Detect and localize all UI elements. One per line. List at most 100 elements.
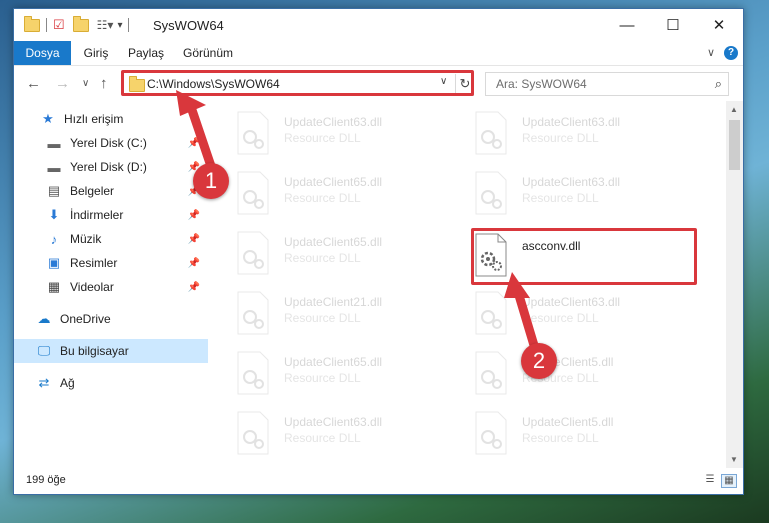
sidebar-item-network[interactable]: ⇄ Ağ <box>14 371 208 395</box>
music-icon: ♪ <box>50 231 58 247</box>
sidebar-item-label: Belgeler <box>70 184 115 198</box>
list-item[interactable]: UpdateClient65.dll Resource DLL <box>236 169 456 219</box>
maximize-button[interactable]: ☐ <box>650 9 696 41</box>
list-item[interactable]: UpdateClient63.dll Resource DLL <box>474 169 694 219</box>
file-name: UpdateClient65.dll <box>284 355 383 369</box>
view-toggle-icon[interactable]: ☷▾ <box>97 18 114 32</box>
customize-dropdown-icon[interactable]: ▾ <box>117 20 122 31</box>
step2-badge: 2 <box>521 343 557 379</box>
file-name: UpdateClient65.dll <box>284 175 383 189</box>
sidebar-item-label: İndirmeler <box>70 208 124 222</box>
file-description: Resource DLL <box>284 311 361 325</box>
scroll-up-icon[interactable]: ▲ <box>730 105 738 114</box>
dll-file-icon <box>237 411 269 455</box>
help-icon[interactable]: ? <box>724 46 738 60</box>
sidebar-item-downloads[interactable]: ⬇ İndirmeler 📌 <box>14 203 208 227</box>
address-highlight-box <box>121 70 474 96</box>
sidebar-item-disk-c[interactable]: ▬ Yerel Disk (C:) 📌 <box>14 131 208 155</box>
dll-file-icon <box>237 351 269 395</box>
dll-file-icon <box>237 171 269 215</box>
sidebar-item-disk-d[interactable]: ▬ Yerel Disk (D:) 📌 <box>14 155 208 179</box>
file-description: Resource DLL <box>284 371 361 385</box>
tab-gorunum[interactable]: Görünüm <box>178 41 238 65</box>
up-arrow-icon[interactable]: ↑ <box>100 75 108 92</box>
recent-locations-icon[interactable]: ∨ <box>82 78 89 89</box>
sidebar-item-music[interactable]: ♪ Müzik 📌 <box>14 227 208 251</box>
star-icon: ★ <box>42 111 54 126</box>
sidebar-item-this-pc[interactable]: 🖵 Bu bilgisayar <box>14 339 208 363</box>
sidebar-item-label: Hızlı erişim <box>64 112 124 126</box>
back-arrow-icon[interactable]: ← <box>26 75 41 92</box>
item-count: 199 öğe <box>26 474 66 486</box>
list-item[interactable]: UpdateClient63.dll Resource DLL <box>474 289 694 339</box>
list-item[interactable]: UpdateClient63.dll Resource DLL <box>236 109 456 159</box>
expand-ribbon-icon[interactable]: ∨ <box>707 46 715 59</box>
sidebar-item-label: Resimler <box>70 256 118 270</box>
list-item[interactable]: UpdateClient63.dll Resource DLL <box>474 109 694 159</box>
large-icons-view-icon[interactable]: ▦ <box>721 474 737 488</box>
forward-arrow-icon[interactable]: → <box>55 75 70 92</box>
dll-file-icon <box>237 231 269 275</box>
vertical-scrollbar[interactable]: ▲ ▼ <box>726 101 743 468</box>
sidebar-item-label: Videolar <box>70 280 114 294</box>
search-icon[interactable]: ⌕ <box>715 76 722 92</box>
folder-icon <box>24 15 40 32</box>
file-name: UpdateClient5.dll <box>522 415 614 429</box>
list-item[interactable]: UpdateClient65.dll Resource DLL <box>236 229 456 279</box>
sidebar-item-label: Yerel Disk (C:) <box>70 136 147 150</box>
sidebar-item-documents[interactable]: ▤ Belgeler 📌 <box>14 179 208 203</box>
tab-dosya[interactable]: Dosya <box>14 41 71 65</box>
ribbon-tabs: Dosya Giriş Paylaş Görünüm ∨ ? <box>14 41 743 66</box>
dll-file-icon <box>475 111 507 155</box>
title-bar: ☑ ☷▾ ▾ SysWOW64 — ☐ ✕ <box>14 9 743 41</box>
sidebar-item-label: OneDrive <box>60 312 111 326</box>
list-item[interactable]: UpdateClient65.dll Resource DLL <box>236 349 456 399</box>
search-input[interactable]: Ara: SysWOW64 ⌕ <box>485 72 729 96</box>
file-description: Resource DLL <box>522 311 599 325</box>
explorer-window: ☑ ☷▾ ▾ SysWOW64 — ☐ ✕ Dosya Giriş Paylaş… <box>13 8 744 495</box>
pin-icon: 📌 <box>187 233 200 245</box>
navigation-pane: ★ Hızlı erişim ▬ Yerel Disk (C:) 📌 ▬ Yer… <box>14 101 210 468</box>
file-name: UpdateClient63.dll <box>284 115 383 129</box>
search-placeholder: Ara: SysWOW64 <box>496 77 587 91</box>
file-name: UpdateClient65.dll <box>284 235 383 249</box>
list-item[interactable]: UpdateClient5.dll Resource DLL <box>474 409 694 459</box>
close-button[interactable]: ✕ <box>696 9 742 41</box>
sidebar-item-label: Yerel Disk (D:) <box>70 160 147 174</box>
pin-icon: 📌 <box>187 137 200 149</box>
file-name: UpdateClient63.dll <box>522 115 621 129</box>
download-icon: ⬇ <box>48 207 60 222</box>
scroll-down-icon[interactable]: ▼ <box>730 455 738 464</box>
file-description: Resource DLL <box>522 191 599 205</box>
dll-file-icon <box>475 171 507 215</box>
sidebar-item-videos[interactable]: ▦ Videolar 📌 <box>14 275 208 299</box>
scroll-thumb[interactable] <box>729 120 740 170</box>
file-description: Resource DLL <box>284 191 361 205</box>
quick-access-toolbar: ☑ ☷▾ ▾ <box>24 15 135 34</box>
list-item[interactable]: UpdateClient63.dll Resource DLL <box>236 409 456 459</box>
file-name: UpdateClient63.dll <box>522 175 621 189</box>
minimize-button[interactable]: — <box>604 9 650 41</box>
dll-file-icon <box>475 291 507 335</box>
sidebar-item-onedrive[interactable]: ☁ OneDrive <box>14 307 208 331</box>
pictures-icon: ▣ <box>47 255 61 270</box>
file-name: UpdateClient63.dll <box>522 295 621 309</box>
new-folder-icon[interactable] <box>72 15 89 32</box>
video-icon: ▦ <box>47 279 61 294</box>
pin-icon: 📌 <box>187 281 200 293</box>
dll-file-icon <box>237 291 269 335</box>
details-view-icon[interactable]: ☰ <box>703 474 717 486</box>
tab-paylas[interactable]: Paylaş <box>122 41 170 65</box>
list-item[interactable]: UpdateClient21.dll Resource DLL <box>236 289 456 339</box>
sidebar-item-label: Müzik <box>70 232 102 246</box>
dll-file-icon <box>237 111 269 155</box>
properties-icon[interactable]: ☑ <box>53 17 65 33</box>
dll-file-icon <box>475 411 507 455</box>
file-description: Resource DLL <box>522 431 599 445</box>
drive-icon: ▬ <box>47 135 61 151</box>
sidebar-item-quick-access[interactable]: ★ Hızlı erişim <box>14 107 208 131</box>
file-name: UpdateClient21.dll <box>284 295 383 309</box>
tab-giris[interactable]: Giriş <box>76 41 116 65</box>
sidebar-item-pictures[interactable]: ▣ Resimler 📌 <box>14 251 208 275</box>
list-item[interactable]: UpdateClient5.dll Resource DLL <box>474 349 694 399</box>
